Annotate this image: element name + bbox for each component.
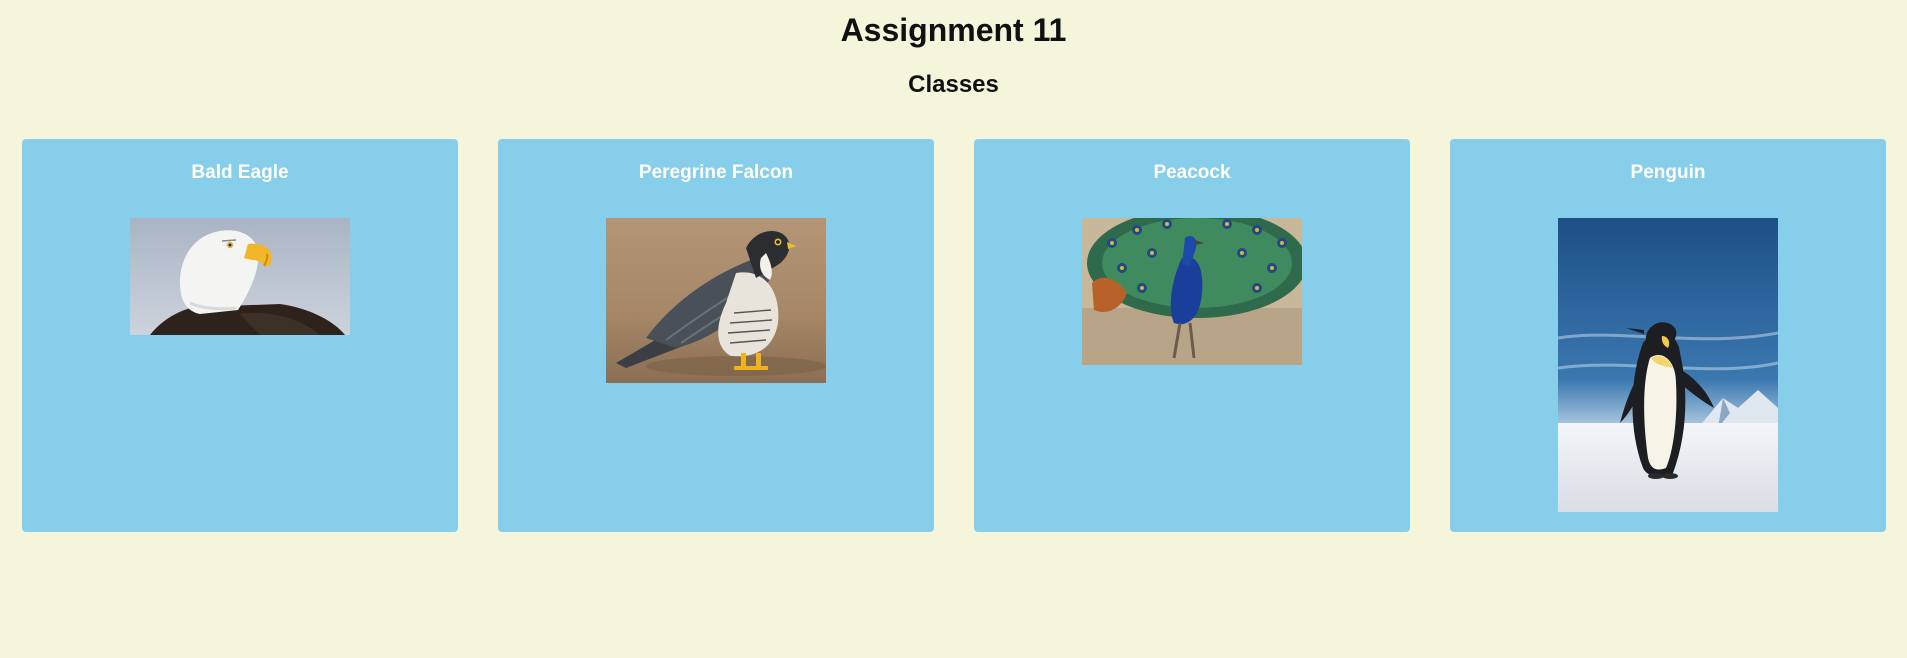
bird-card-title: Penguin <box>1630 162 1706 183</box>
bird-card-title: Peregrine Falcon <box>638 162 794 183</box>
bird-card-penguin: Penguin <box>1450 139 1886 532</box>
bird-card-peacock: Peacock <box>974 139 1410 532</box>
bird-cards: Bald Eagle Peregrine Falcon Peacock Peng… <box>22 139 1886 532</box>
penguin-photo <box>1558 218 1778 512</box>
bird-card-title: Bald Eagle <box>191 162 289 183</box>
peacock-photo <box>1082 218 1302 365</box>
bird-card-bald-eagle: Bald Eagle <box>22 139 458 532</box>
page-subtitle: Classes <box>908 71 999 98</box>
page-title: Assignment 11 <box>840 12 1067 48</box>
bald-eagle-photo <box>130 218 350 335</box>
peregrine-falcon-photo <box>606 218 826 383</box>
bird-card-peregrine-falcon: Peregrine Falcon <box>498 139 934 532</box>
bird-card-title: Peacock <box>1153 162 1231 183</box>
